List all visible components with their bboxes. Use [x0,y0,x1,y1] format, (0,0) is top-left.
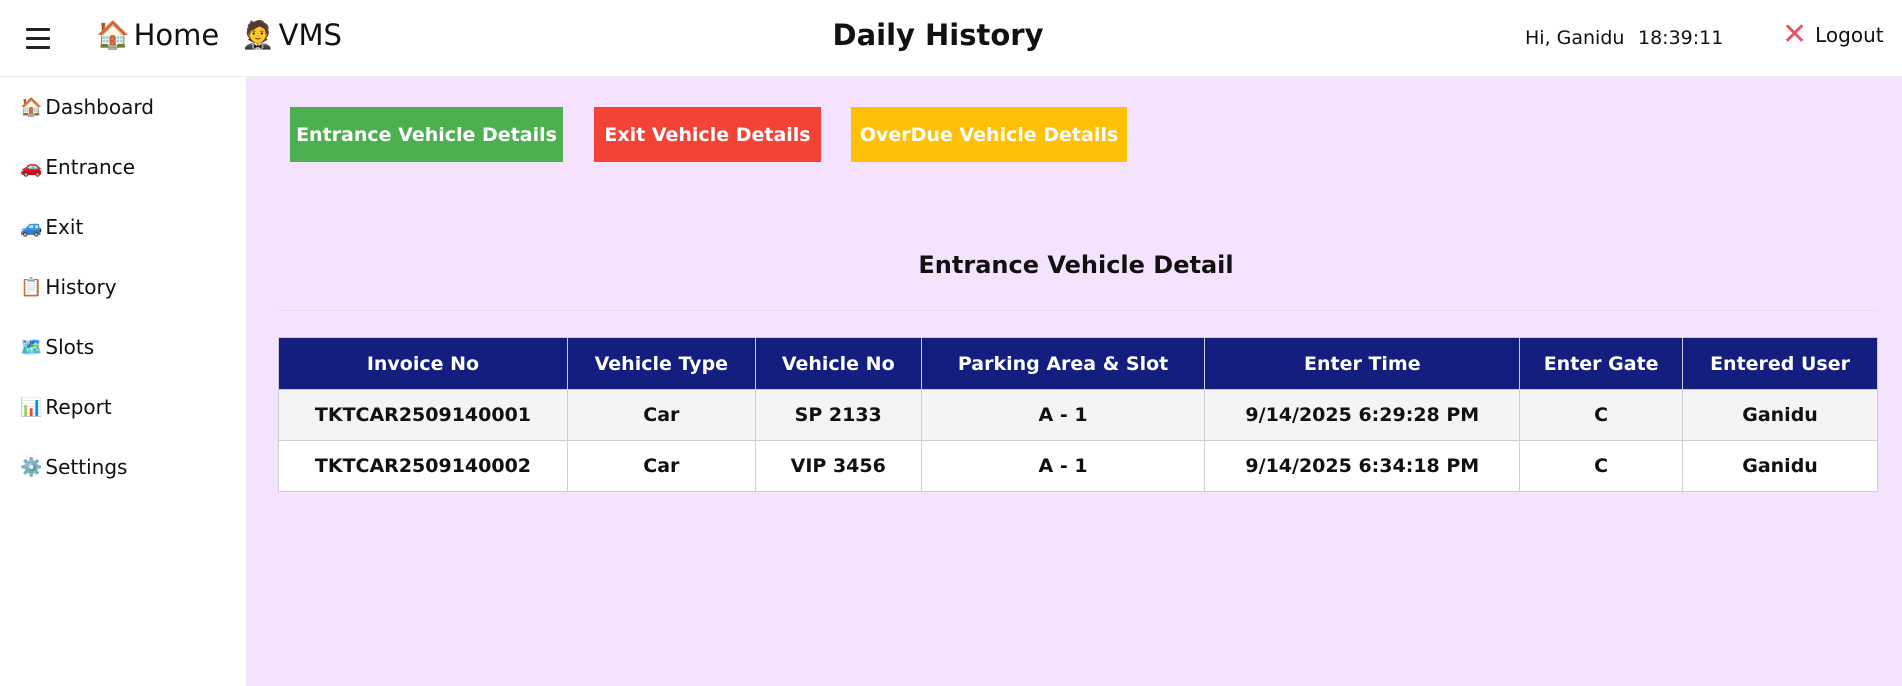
car-icon: 🚗 [20,156,43,178]
parking-slot-cell: A - 1 [920,440,1206,492]
sidebar-item-label: Exit [45,215,84,239]
sidebar-item-label: Entrance [45,155,136,179]
column-header[interactable]: Enter Gate [1519,337,1684,390]
invoice-no-cell: TKTCAR2509140001 [278,389,568,441]
vehicle-no-cell: VIP 3456 [754,440,922,492]
entered-user-cell: Ganidu [1682,440,1878,492]
sidebar-item-slots[interactable]: 🗺️ Slots [20,335,94,359]
overdue-vehicle-details-button[interactable]: OverDue Vehicle Details [851,107,1127,162]
exit-vehicle-details-button[interactable]: Exit Vehicle Details [594,107,821,162]
vehicle-type-cell: Car [566,440,756,492]
enter-gate-cell: C [1519,440,1684,492]
invoice-no-cell: TKTCAR2509140002 [278,440,568,492]
sidebar-item-label: Slots [45,335,95,359]
divider [278,310,1878,311]
table-row[interactable]: TKTCAR2509140002 Car VIP 3456 A - 1 9/14… [278,440,1878,492]
close-icon: ✕ [1782,17,1808,52]
clipboard-icon: 📋 [20,276,43,298]
section-title: Entrance Vehicle Detail [918,251,1234,279]
column-header[interactable]: Vehicle No [754,337,922,390]
sidebar-item-history[interactable]: 📋 History [20,275,117,299]
clock: 18:39:11 [1638,27,1724,49]
entered-user-cell: Ganidu [1682,389,1878,441]
gear-icon: ⚙️ [20,456,43,478]
top-bar: 🏠 Home 🤵 VMS Daily History Hi, Ganidu 18… [0,0,1902,77]
table-row[interactable]: TKTCAR2509140001 Car SP 2133 A - 1 9/14/… [278,389,1878,441]
vehicle-no-cell: SP 2133 [754,389,922,441]
sidebar-item-entrance[interactable]: 🚗 Entrance [20,155,135,179]
logout-button[interactable]: ✕ Logout [1782,20,1884,50]
user-greeting: Hi, Ganidu [1525,27,1625,49]
sidebar-item-exit[interactable]: 🚙 Exit [20,215,83,239]
sidebar-item-report[interactable]: 📊 Report [20,395,112,419]
vehicle-type-cell: Car [566,389,756,441]
house-icon: 🏠 [20,96,43,118]
suv-icon: 🚙 [20,216,43,238]
sidebar-item-label: Report [45,395,112,419]
enter-time-cell: 9/14/2025 6:34:18 PM [1204,440,1521,492]
map-icon: 🗺️ [20,336,43,358]
entrance-vehicle-table: Invoice No Vehicle Type Vehicle No Parki… [278,337,1878,492]
sidebar-item-label: Dashboard [45,95,154,119]
sidebar-item-label: History [45,275,117,299]
parking-slot-cell: A - 1 [920,389,1206,441]
column-header[interactable]: Entered User [1682,337,1878,390]
sidebar-item-settings[interactable]: ⚙️ Settings [20,455,127,479]
column-header[interactable]: Parking Area & Slot [920,337,1206,390]
bar-chart-icon: 📊 [20,396,43,418]
logout-label: Logout [1815,23,1884,47]
enter-gate-cell: C [1519,389,1684,441]
column-header[interactable]: Enter Time [1204,337,1521,390]
sidebar: 🏠 Dashboard 🚗 Entrance 🚙 Exit 📋 History … [0,77,246,686]
enter-time-cell: 9/14/2025 6:29:28 PM [1204,389,1521,441]
table-header-row: Invoice No Vehicle Type Vehicle No Parki… [278,337,1878,390]
sidebar-item-label: Settings [45,455,128,479]
main-content: Entrance Vehicle Details Exit Vehicle De… [246,77,1902,686]
column-header[interactable]: Vehicle Type [566,337,756,390]
column-header[interactable]: Invoice No [278,337,568,390]
entrance-vehicle-details-button[interactable]: Entrance Vehicle Details [290,107,563,162]
sidebar-item-dashboard[interactable]: 🏠 Dashboard [20,95,154,119]
